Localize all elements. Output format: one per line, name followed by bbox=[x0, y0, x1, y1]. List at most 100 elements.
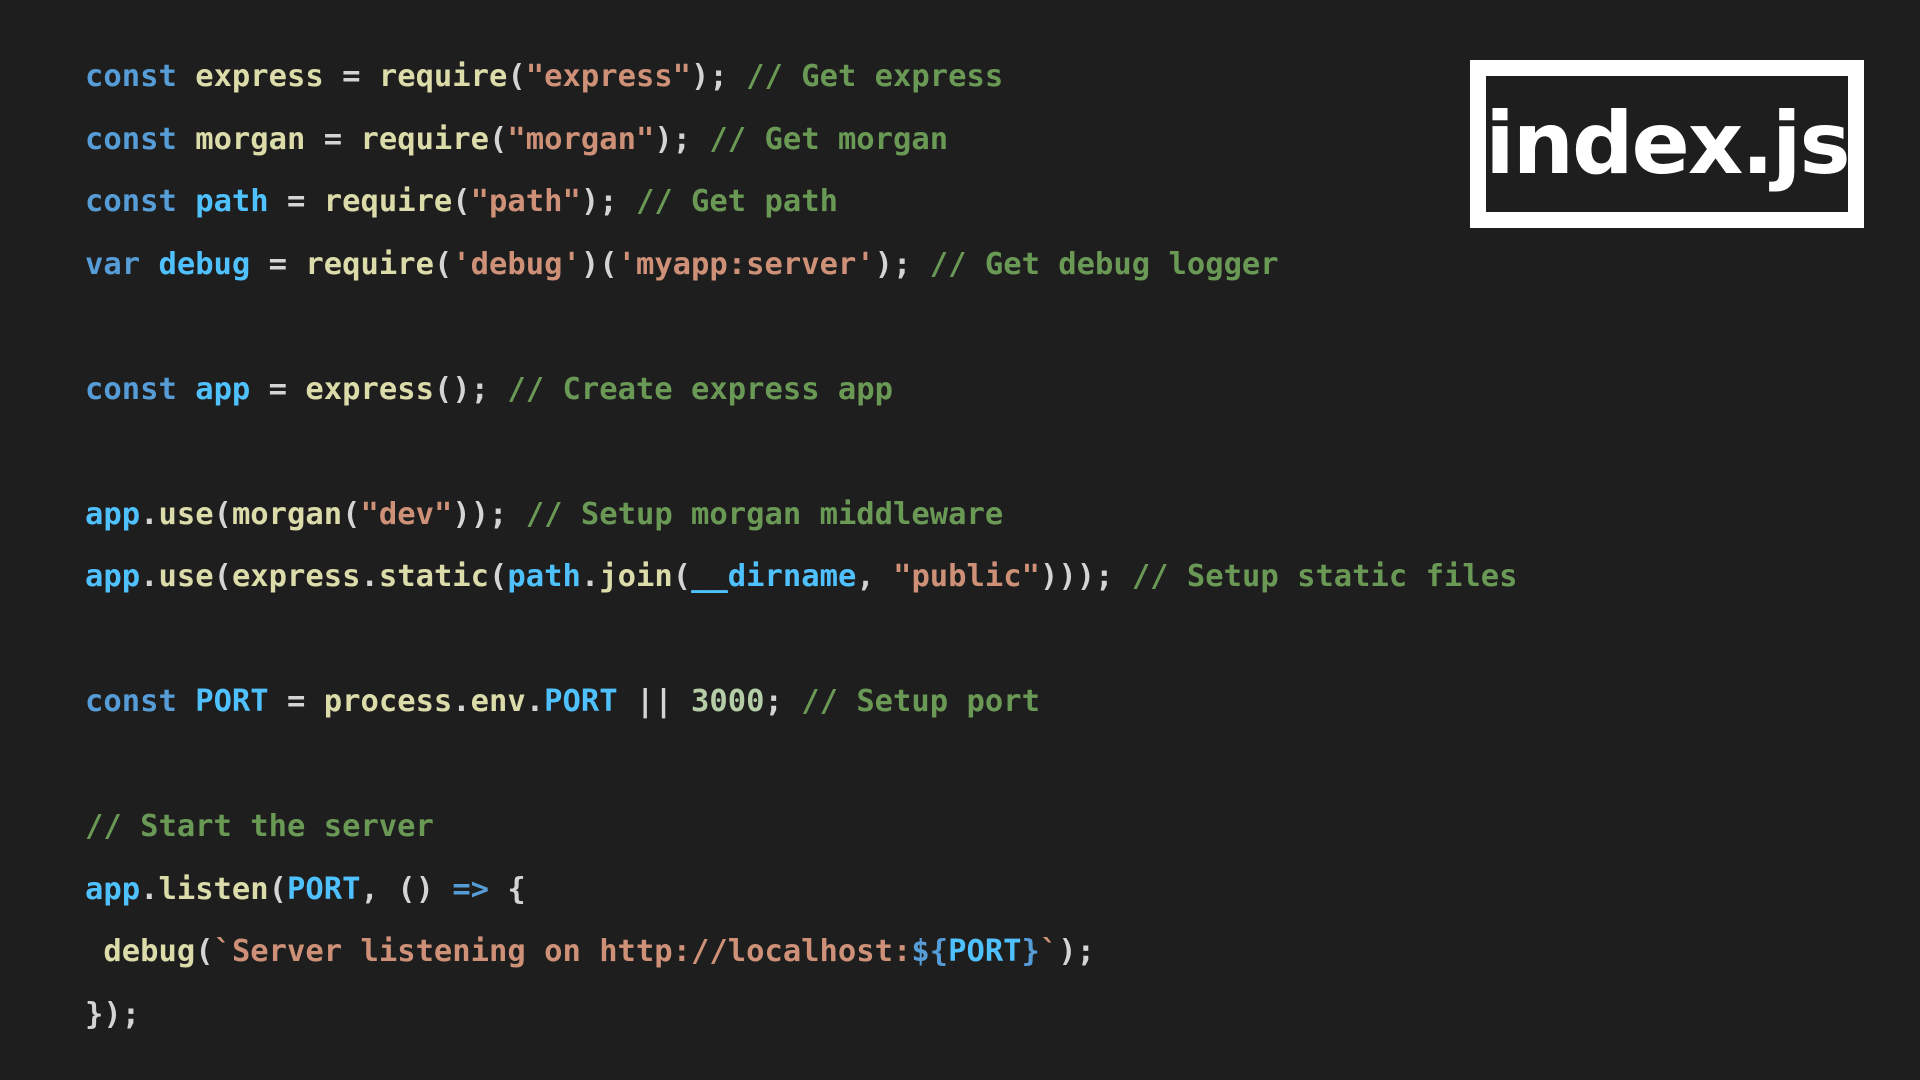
code-token-variable: app bbox=[85, 559, 141, 594]
code-token-punctuation bbox=[177, 59, 195, 94]
code-token-identifier: debug bbox=[103, 934, 196, 969]
code-token-punctuation: ( bbox=[507, 59, 526, 94]
code-token-variable: app bbox=[85, 871, 141, 907]
code-token-variable: __dirname bbox=[691, 559, 857, 594]
code-token-identifier: static bbox=[378, 559, 490, 594]
code-token-punctuation: . bbox=[580, 559, 600, 594]
code-token-punctuation: = bbox=[323, 59, 379, 94]
code-token-identifier: require bbox=[378, 59, 508, 94]
code-token-keyword: const bbox=[85, 59, 177, 94]
code-token-variable: PORT bbox=[195, 684, 269, 719]
code-token-variable: PORT bbox=[287, 871, 361, 907]
code-token-punctuation: . bbox=[140, 871, 159, 907]
code-token-variable: PORT bbox=[948, 934, 1022, 969]
code-token-punctuation bbox=[177, 122, 195, 157]
code-token-keyword: const bbox=[85, 371, 177, 407]
code-token-string: ` bbox=[1039, 934, 1059, 969]
code-token-punctuation: = bbox=[268, 684, 324, 719]
code-token-keyword: const bbox=[85, 684, 177, 719]
code-token-identifier: use bbox=[158, 559, 214, 594]
code-token-identifier: env bbox=[470, 684, 526, 719]
code-token-variable: path bbox=[195, 184, 269, 219]
code-token-punctuation: (); bbox=[433, 371, 508, 407]
code-token-punctuation: . bbox=[525, 684, 545, 719]
code-token-punctuation bbox=[177, 184, 195, 219]
code-token-punctuation: . bbox=[452, 684, 471, 719]
code-token-variable: debug bbox=[158, 246, 251, 282]
code-token-keyword: var bbox=[85, 246, 141, 282]
code-token-punctuation: ( bbox=[195, 934, 214, 969]
code-token-punctuation: ); bbox=[874, 246, 930, 282]
file-name-badge: index.js bbox=[1470, 60, 1864, 228]
code-token-punctuation: ( bbox=[213, 496, 232, 532]
code-token-punctuation: , () bbox=[360, 871, 453, 907]
code-token-comment: // Setup static files bbox=[1131, 559, 1518, 594]
code-line: const PORT = process.env.PORT || 3000; /… bbox=[85, 679, 1517, 742]
code-line: // Start the server bbox=[85, 804, 1517, 867]
code-token-comment: // Get express bbox=[746, 59, 1004, 94]
code-token-identifier: process bbox=[323, 684, 453, 719]
code-token-punctuation: ( bbox=[342, 496, 361, 532]
code-line: const path = require("path"); // Get pat… bbox=[85, 179, 1517, 242]
code-token-punctuation: . bbox=[360, 559, 379, 594]
code-line: debug(`Server listening on http://localh… bbox=[85, 929, 1517, 992]
code-line: const express = require("express"); // G… bbox=[85, 54, 1517, 117]
code-token-punctuation: || bbox=[617, 684, 692, 719]
code-token-punctuation: ( bbox=[268, 871, 288, 907]
file-name-badge-inner: index.js bbox=[1485, 76, 1851, 212]
code-token-string: 'myapp:server' bbox=[617, 246, 875, 282]
code-token-string: "dev" bbox=[360, 496, 453, 532]
code-token-punctuation: ); bbox=[580, 184, 636, 219]
code-token-punctuation bbox=[177, 684, 195, 719]
code-token-string: `Server listening on http://localhost: bbox=[213, 934, 912, 969]
code-block: const express = require("express"); // G… bbox=[85, 54, 1517, 1054]
code-token-punctuation: ( bbox=[672, 559, 692, 594]
code-token-comment: // Start the server bbox=[85, 809, 434, 844]
code-token-punctuation: )( bbox=[580, 246, 618, 282]
code-token-punctuation: , bbox=[856, 559, 894, 594]
code-line: app.use(morgan("dev")); // Setup morgan … bbox=[85, 492, 1517, 555]
code-token-comment: // Get path bbox=[635, 184, 838, 219]
code-token-identifier: use bbox=[158, 496, 214, 532]
code-token-punctuation: = bbox=[268, 184, 324, 219]
code-token-comment: // Create express app bbox=[507, 371, 894, 407]
code-token-punctuation: ( bbox=[433, 246, 453, 282]
code-token-punctuation bbox=[85, 934, 103, 969]
code-token-punctuation: )); bbox=[452, 496, 526, 532]
code-line: var debug = require('debug')('myapp:serv… bbox=[85, 242, 1517, 305]
code-token-keyword: ${ bbox=[911, 934, 949, 969]
code-token-number: 3000 bbox=[691, 684, 765, 719]
code-token-variable: app bbox=[195, 371, 251, 407]
code-token-punctuation: ); bbox=[691, 59, 747, 94]
code-token-string: "express" bbox=[525, 59, 692, 94]
code-token-variable: path bbox=[507, 559, 581, 594]
code-token-punctuation: ; bbox=[764, 684, 802, 719]
code-token-punctuation: . bbox=[140, 496, 159, 532]
code-token-identifier: require bbox=[305, 246, 434, 282]
code-line: const app = express(); // Create express… bbox=[85, 367, 1517, 430]
code-token-identifier: morgan bbox=[231, 496, 343, 532]
code-token-punctuation: = bbox=[250, 371, 306, 407]
code-token-comment: // Setup port bbox=[801, 684, 1040, 719]
code-token-keyword: => bbox=[452, 871, 490, 907]
code-token-variable: PORT bbox=[544, 684, 618, 719]
file-name-label: index.js bbox=[1485, 94, 1850, 194]
code-token-identifier: join bbox=[599, 559, 673, 594]
code-token-string: "path" bbox=[470, 184, 581, 219]
code-token-string: "morgan" bbox=[507, 121, 655, 157]
code-token-punctuation: { bbox=[489, 871, 526, 907]
code-token-string: "public" bbox=[893, 559, 1040, 594]
code-token-keyword: const bbox=[85, 121, 177, 157]
code-token-punctuation: . bbox=[140, 559, 159, 594]
code-token-keyword: const bbox=[85, 184, 177, 219]
code-token-punctuation: = bbox=[305, 121, 361, 157]
code-token-punctuation: ); bbox=[1058, 934, 1096, 969]
code-token-punctuation bbox=[140, 247, 158, 282]
code-token-identifier: express bbox=[305, 371, 434, 407]
code-token-identifier: express bbox=[231, 559, 361, 594]
code-token-punctuation: = bbox=[250, 246, 306, 282]
